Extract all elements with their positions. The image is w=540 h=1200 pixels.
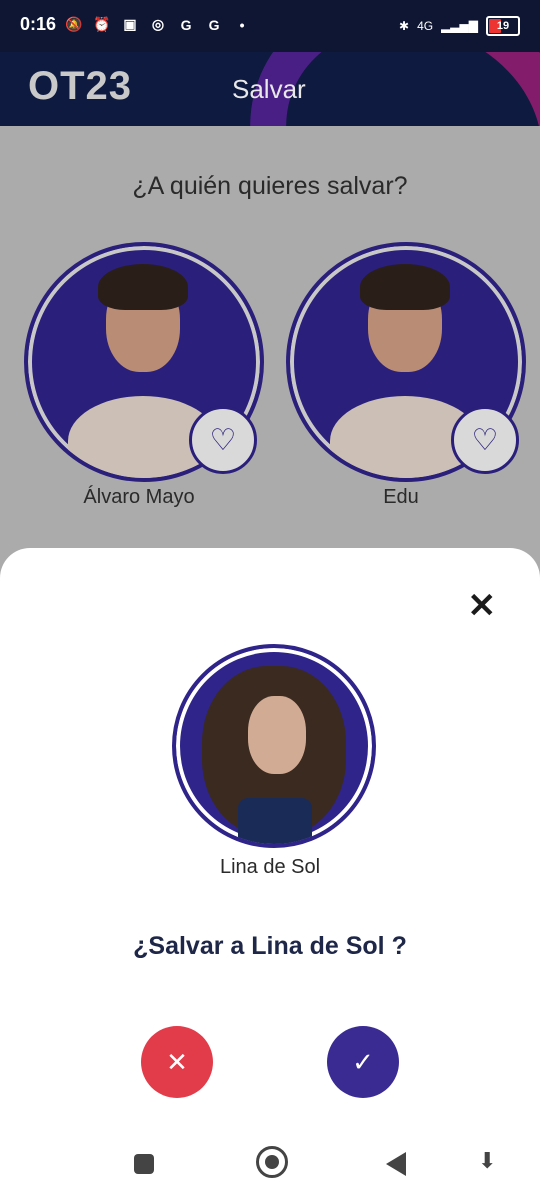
app-header: OT23 Salvar	[0, 52, 540, 126]
status-bar: 0:16 🔕 ⏰ ▣ ◎ G G • ✱ 4G ▂▃▅▇ 19	[0, 0, 540, 52]
question-heading: ¿A quién quieres salvar?	[132, 172, 408, 200]
dot-icon: •	[239, 16, 245, 33]
whatsapp-icon: ◎	[151, 16, 165, 32]
page-title: Salvar	[232, 74, 306, 104]
heart-button[interactable]: ♡	[189, 406, 257, 474]
heart-icon: ♡	[209, 423, 237, 457]
bluetooth-icon: ✱	[399, 19, 410, 33]
candidate-face	[248, 696, 306, 774]
accept-button[interactable]: ✓	[327, 1026, 399, 1098]
alarm-icon: ⏰	[93, 16, 111, 32]
check-icon: ✓	[352, 1046, 374, 1077]
signal-icon: ▂▃▅▇	[441, 19, 478, 33]
status-time: 0:16	[20, 14, 57, 34]
assistant-icon[interactable]: ⬇︎	[478, 1148, 496, 1174]
battery-level: 19	[496, 20, 510, 32]
navigation-bar: ⬇︎	[0, 1132, 540, 1200]
reject-button[interactable]: ✕	[141, 1026, 213, 1098]
candidate-hair	[98, 264, 188, 310]
selected-candidate-photo	[172, 644, 376, 848]
candidate-hair	[360, 264, 450, 310]
save-confirmation-sheet: ✕ Lina de Sol ¿Salvar a Lina de Sol ? ✕ …	[0, 548, 540, 1200]
status-right: ✱ 4G ▂▃▅▇ 19	[399, 16, 520, 36]
network-label: 4G	[417, 19, 434, 33]
app-logo: OT23	[28, 64, 133, 108]
back-icon[interactable]	[386, 1152, 406, 1176]
candidate-name: Álvaro Mayo	[83, 486, 195, 508]
heart-button[interactable]: ♡	[451, 406, 519, 474]
google-icon: G	[180, 16, 192, 33]
heart-icon: ♡	[471, 423, 499, 457]
confirm-question: ¿Salvar a Lina de Sol ?	[133, 932, 407, 960]
recents-icon[interactable]	[134, 1154, 154, 1174]
close-icon: ✕	[166, 1046, 188, 1077]
candidate-name: Edu	[383, 486, 419, 508]
battery-icon: 19	[486, 16, 520, 36]
home-icon[interactable]	[256, 1146, 288, 1178]
close-icon[interactable]: ✕	[468, 586, 497, 626]
candidate-shirt	[238, 798, 312, 844]
google-icon: G	[208, 16, 220, 33]
selected-candidate-name: Lina de Sol	[219, 856, 321, 878]
status-left: 0:16 🔕 ⏰ ▣ ◎ G G •	[20, 14, 252, 35]
nfc-icon: ▣	[123, 16, 137, 32]
mute-alarm-icon: 🔕	[65, 16, 83, 32]
